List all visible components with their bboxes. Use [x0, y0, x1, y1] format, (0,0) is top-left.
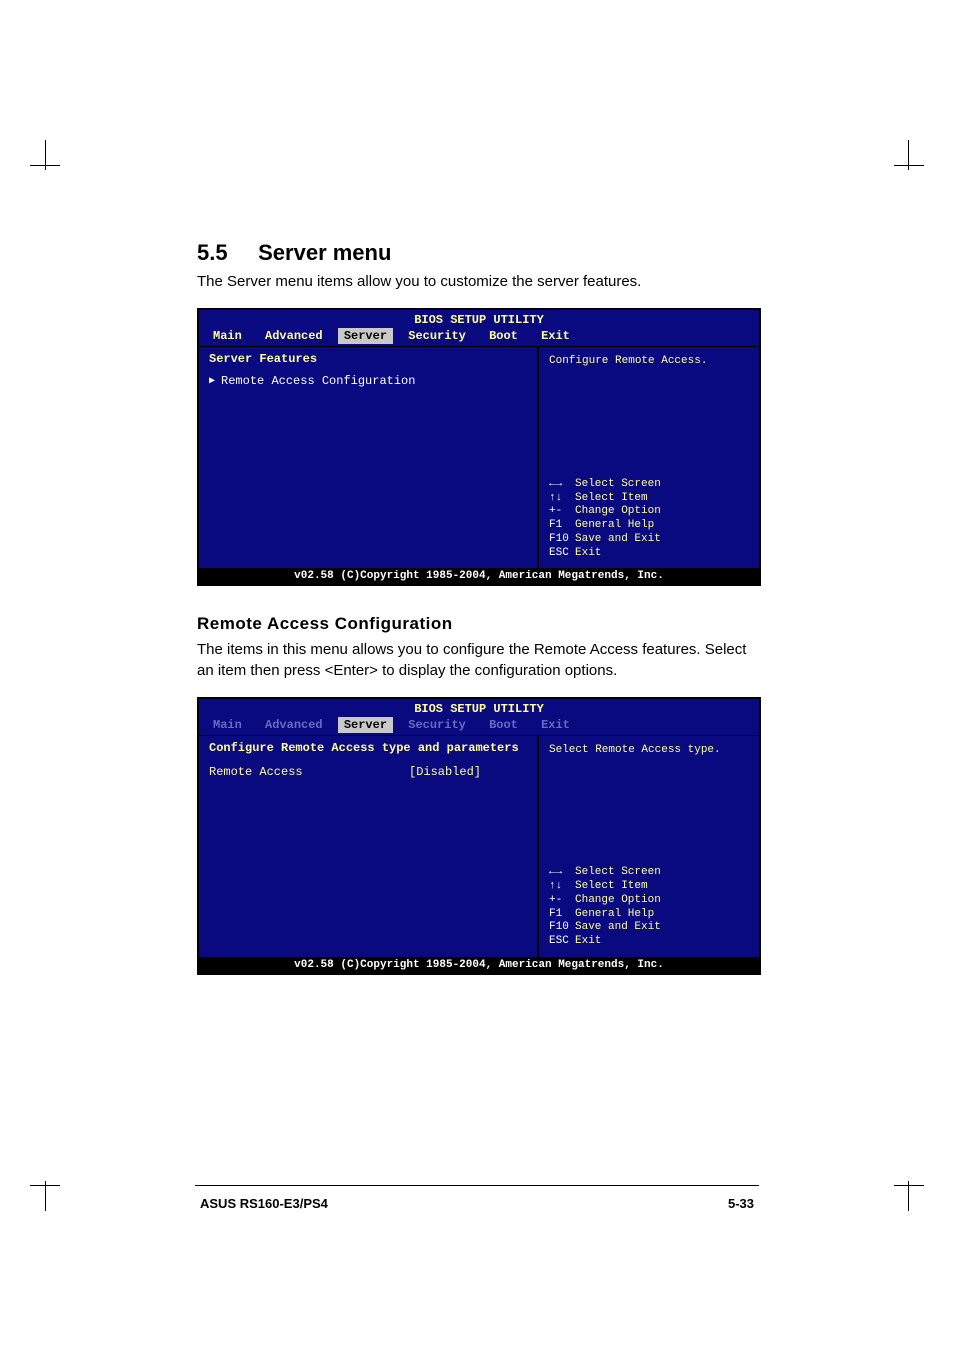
tab-security: Security	[400, 718, 474, 732]
bios-screenshot-remote-access: BIOS SETUP UTILITY Main Advanced Server …	[197, 697, 761, 975]
key-label: Change Option	[575, 505, 661, 517]
key-label: Select Item	[575, 492, 648, 504]
bios-left-pane: Server Features ▶ Remote Access Configur…	[199, 347, 539, 568]
menu-item-remote-access-config: ▶ Remote Access Configuration	[209, 374, 527, 388]
bios-key-legend: ←→Select Screen ↑↓Select Item +-Change O…	[549, 478, 749, 561]
option-label: Remote Access	[209, 765, 409, 779]
help-text: Configure Remote Access.	[549, 355, 749, 367]
option-remote-access: Remote Access [Disabled]	[209, 765, 527, 779]
tab-main: Main	[205, 718, 250, 732]
footer-product: ASUS RS160-E3/PS4	[200, 1196, 328, 1211]
bios-title: BIOS SETUP UTILITY	[199, 310, 759, 327]
key-icon: F1	[549, 519, 575, 533]
key-icon: ←→	[549, 478, 575, 492]
tab-server: Server	[338, 328, 393, 344]
section-number: 5.5	[197, 240, 252, 266]
key-icon: F1	[549, 908, 575, 922]
key-icon: ESC	[549, 935, 575, 949]
bios-menu-tabs: Main Advanced Server Security Boot Exit	[199, 327, 759, 346]
tab-boot: Boot	[481, 718, 526, 732]
key-icon: ↑↓	[549, 492, 575, 506]
key-icon: +-	[549, 894, 575, 908]
key-icon: ↑↓	[549, 880, 575, 894]
page-footer: ASUS RS160-E3/PS4 5-33	[0, 1185, 954, 1211]
bios-menu-tabs: Main Advanced Server Security Boot Exit	[199, 716, 759, 735]
option-value: [Disabled]	[409, 765, 481, 779]
key-label: Select Item	[575, 880, 648, 892]
bios-copyright-footer: v02.58 (C)Copyright 1985-2004, American …	[199, 957, 759, 973]
bios-copyright-footer: v02.58 (C)Copyright 1985-2004, American …	[199, 568, 759, 584]
key-label: General Help	[575, 908, 654, 920]
section-intro: The Server menu items allow you to custo…	[197, 272, 757, 292]
tab-advanced: Advanced	[257, 718, 331, 732]
cropmark	[30, 140, 70, 180]
subsection-heading: Remote Access Configuration	[197, 614, 757, 634]
key-icon: F10	[549, 533, 575, 547]
key-icon: ESC	[549, 547, 575, 561]
footer-page-number: 5-33	[728, 1196, 754, 1211]
tab-advanced: Advanced	[257, 329, 331, 343]
bios-help-pane: Configure Remote Access. ←→Select Screen…	[539, 347, 759, 568]
key-label: Select Screen	[575, 478, 661, 490]
bios-title: BIOS SETUP UTILITY	[199, 699, 759, 716]
bios-screenshot-server-menu: BIOS SETUP UTILITY Main Advanced Server …	[197, 308, 761, 586]
tab-boot: Boot	[481, 329, 526, 343]
key-label: Save and Exit	[575, 533, 661, 545]
bios-key-legend: ←→Select Screen ↑↓Select Item +-Change O…	[549, 866, 749, 949]
menu-item-label: Remote Access Configuration	[221, 374, 415, 388]
bios-help-pane: Select Remote Access type. ←→Select Scre…	[539, 736, 759, 957]
key-label: Exit	[575, 547, 601, 559]
section-title: Server menu	[258, 240, 391, 265]
section-heading: 5.5 Server menu	[197, 240, 757, 266]
key-icon: +-	[549, 505, 575, 519]
cropmark	[884, 140, 924, 180]
submenu-arrow-icon: ▶	[209, 375, 215, 387]
key-label: Save and Exit	[575, 921, 661, 933]
key-label: Change Option	[575, 894, 661, 906]
key-icon: ←→	[549, 866, 575, 880]
footer-rule	[195, 1185, 759, 1186]
subsection-body: The items in this menu allows you to con…	[197, 640, 757, 681]
bios-left-pane: Configure Remote Access type and paramet…	[199, 736, 539, 957]
key-label: Exit	[575, 935, 601, 947]
tab-main: Main	[205, 329, 250, 343]
bios-section-title: Configure Remote Access type and paramet…	[209, 741, 527, 755]
tab-exit: Exit	[533, 718, 578, 732]
tab-exit: Exit	[533, 329, 578, 343]
key-label: Select Screen	[575, 866, 661, 878]
key-icon: F10	[549, 921, 575, 935]
tab-security: Security	[400, 329, 474, 343]
help-text: Select Remote Access type.	[549, 744, 749, 756]
key-label: General Help	[575, 519, 654, 531]
bios-section-title: Server Features	[209, 352, 527, 366]
tab-server: Server	[338, 717, 393, 733]
